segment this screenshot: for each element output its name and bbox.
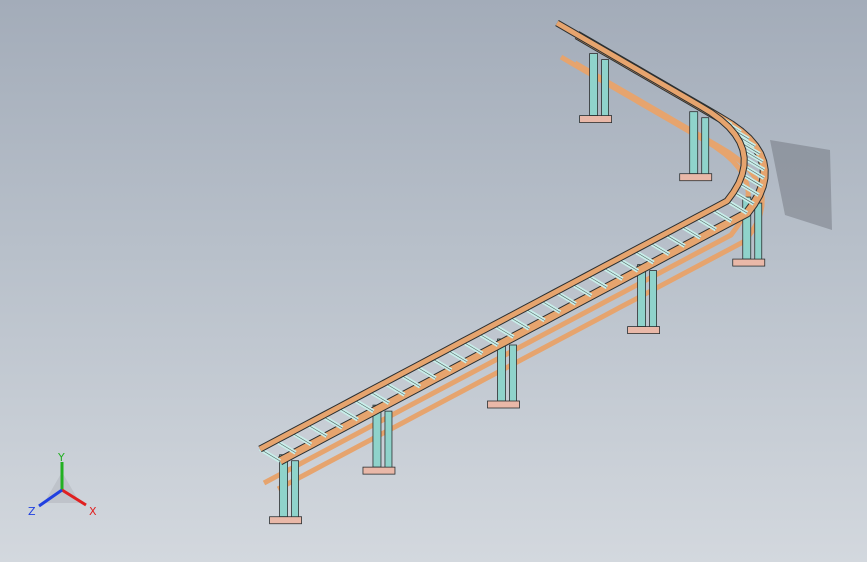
z-axis-label: Z bbox=[28, 505, 36, 518]
y-axis-label: Y bbox=[57, 451, 65, 464]
3d-viewport[interactable]: Y X Z bbox=[0, 0, 867, 562]
axis-triad: Y X Z bbox=[28, 451, 97, 518]
x-axis-label: X bbox=[89, 505, 97, 518]
